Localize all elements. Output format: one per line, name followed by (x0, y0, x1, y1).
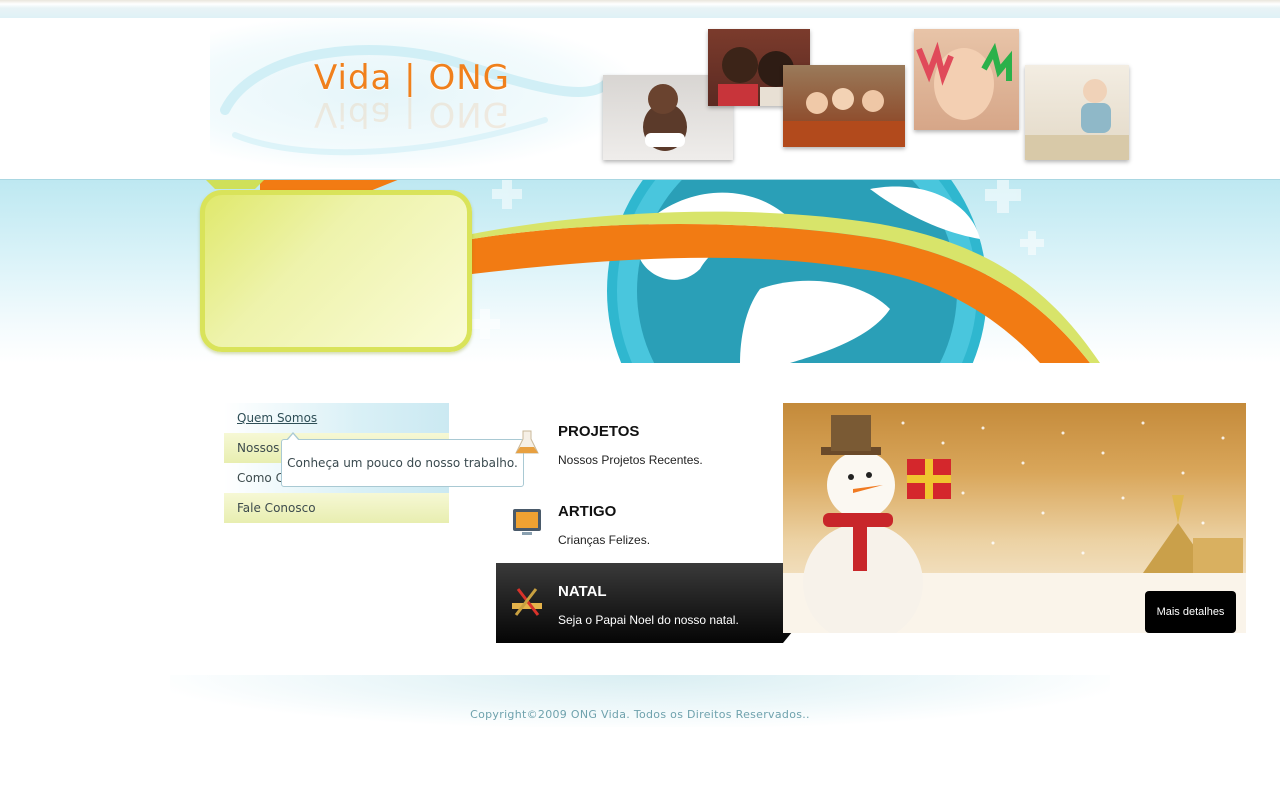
menu-item-label: Quem Somos (237, 411, 318, 425)
site-logo-reflection: Vida | ONG (314, 94, 510, 134)
photo-painted-hands-girl (914, 29, 1019, 130)
footer-copyright: Copyright©2009 ONG Vida. Todos os Direit… (470, 708, 810, 721)
banner-divider (0, 179, 1280, 180)
tools-icon (512, 588, 542, 616)
slider-tab-subtitle: Crianças Felizes. (558, 533, 651, 547)
slider-tab-title: PROJETOS (558, 423, 640, 440)
monitor-icon (513, 509, 541, 535)
photo-girl-painting (1025, 65, 1129, 160)
slider-tab-subtitle: Nossos Projetos Recentes. (558, 453, 703, 467)
menu-item-label: Fale Conosco (237, 501, 316, 515)
menu-item-quem-somos[interactable]: Quem Somos (224, 403, 449, 433)
top-bar (0, 0, 1280, 18)
hero-banner (0, 179, 1280, 363)
tooltip-arrow-inner (287, 434, 299, 441)
photo-kids-leaves (783, 65, 905, 147)
slider-tab-title: NATAL (558, 583, 607, 600)
menu-tooltip: Conheça um pouco do nosso trabalho. (281, 439, 524, 487)
menu-item-fale-conosco[interactable]: Fale Conosco (224, 493, 449, 523)
slider-tab-title: ARTIGO (558, 503, 617, 520)
featured-box (200, 190, 472, 352)
slider-tab-projetos[interactable]: PROJETOS Nossos Projetos Recentes. (496, 403, 816, 483)
globe-ribbon-graphic (205, 179, 1100, 363)
more-details-button[interactable]: Mais detalhes (1145, 591, 1236, 633)
slider-tab-subtitle: Seja o Papai Noel do nosso natal. (558, 613, 739, 627)
slider-tab-natal[interactable]: NATAL Seja o Papai Noel do nosso natal. (496, 563, 816, 643)
flask-icon (515, 430, 539, 454)
slider-tab-artigo[interactable]: ARTIGO Crianças Felizes. (496, 483, 816, 563)
site-logo[interactable]: Vida | ONG (314, 58, 510, 98)
